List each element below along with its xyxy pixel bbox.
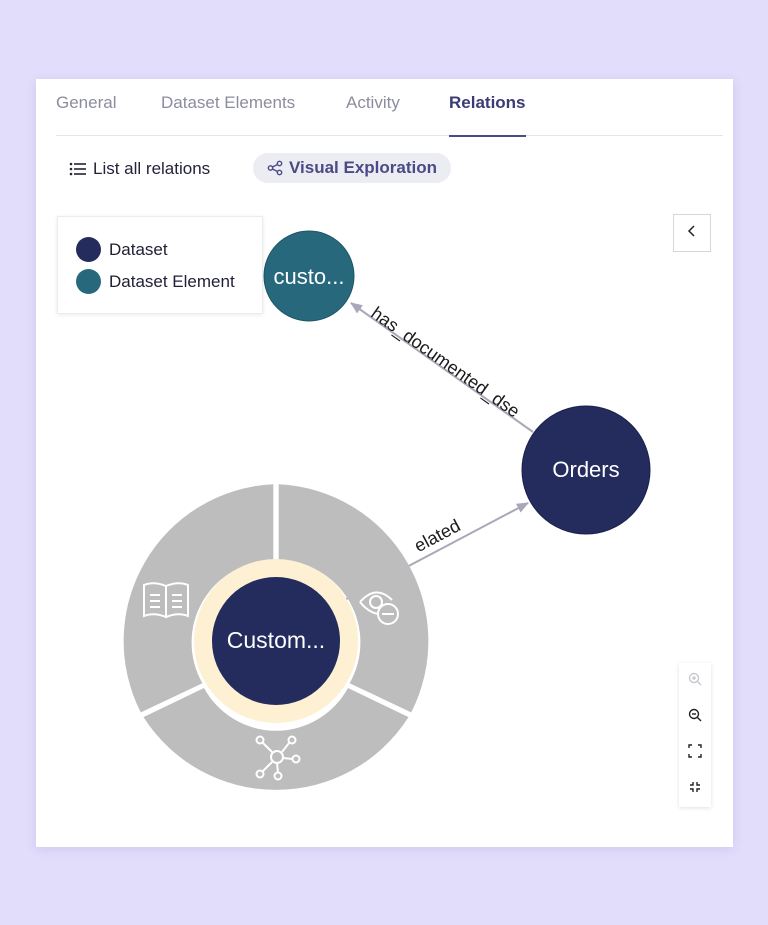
legend-item-dataset: Dataset [76,237,168,262]
chevron-left-icon [686,224,698,242]
zoom-in-icon [688,672,702,691]
zoom-controls [679,663,711,807]
relations-panel: General Dataset Elements Activity Relati… [36,79,733,847]
zoom-out-button[interactable] [679,699,711,735]
edge-has-documented-dse[interactable]: has_documented_dse [350,302,534,433]
fit-view-icon [688,743,702,763]
exit-fullscreen-button[interactable] [679,771,711,807]
legend-swatch [76,269,101,294]
exit-fullscreen-icon [688,780,702,799]
zoom-in-button[interactable] [679,663,711,699]
legend-label: Dataset [109,239,168,259]
collapse-panel-button[interactable] [673,214,711,252]
node-label: Custom... [227,627,325,653]
node-label: custo... [274,264,345,289]
node-customer-element[interactable]: custo... [263,230,355,322]
node-orders[interactable]: Orders [521,405,651,535]
fit-view-button[interactable] [679,735,711,771]
legend-label: Dataset Element [109,271,235,291]
node-customers[interactable]: Custom... [194,559,358,723]
zoom-out-icon [688,708,702,727]
relations-graph[interactable]: elated has_documented_dse Custom... Orde… [36,79,733,847]
edge-label-documented: has_documented_dse [367,303,524,423]
legend-item-dataset-element: Dataset Element [76,269,235,294]
legend: Dataset Dataset Element [57,216,263,314]
node-label: Orders [552,457,619,482]
legend-swatch [76,237,101,262]
